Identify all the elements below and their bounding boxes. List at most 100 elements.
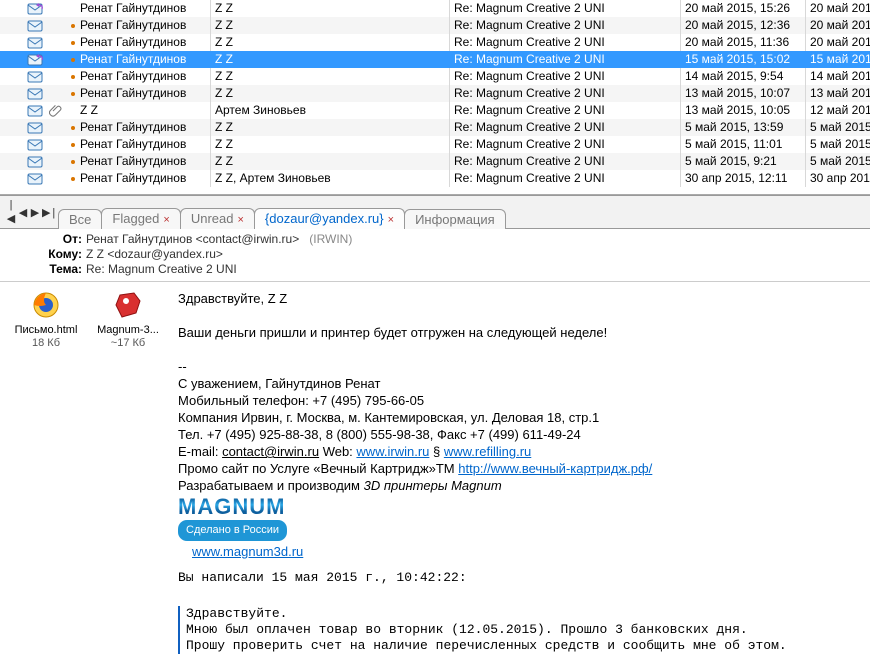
envelope-icon <box>24 120 46 136</box>
mail-subject: Re: Magnum Creative 2 UNI <box>449 68 680 85</box>
close-icon[interactable]: × <box>237 214 243 226</box>
mail-row[interactable]: Ренат ГайнутдиновZ ZRe: Magnum Creative … <box>0 51 870 68</box>
sig-line-4: Тел. +7 (495) 925-88-38, 8 (800) 555-98-… <box>178 426 860 443</box>
unread-dot <box>66 58 80 62</box>
mail-row[interactable]: Ренат ГайнутдиновZ Z, Артем ЗиновьевRe: … <box>0 170 870 187</box>
envelope-icon <box>24 35 46 51</box>
sig-line-1: С уважением, Гайнутдинов Ренат <box>178 375 860 392</box>
mail-row[interactable]: Ренат ГайнутдиновZ ZRe: Magnum Creative … <box>0 68 870 85</box>
mail-date-2: 20 май 2015, 12 <box>805 17 870 34</box>
envelope-icon <box>24 18 46 34</box>
tab-strip: |◀ ◀ ▶ ▶| ВсеFlagged×Unread×{dozaur@yand… <box>0 195 870 228</box>
nav-first[interactable]: |◀ <box>6 200 16 226</box>
unread-dot <box>66 92 80 96</box>
from-value: Ренат Гайнутдинов <contact@irwin.ru> (IR… <box>86 232 870 247</box>
quoted-text: Здравствуйте. Мною был оплачен товар во … <box>178 606 860 654</box>
envelope-icon <box>24 171 46 187</box>
tab[interactable]: {dozaur@yandex.ru}× <box>254 208 405 229</box>
mail-date-1: 5 май 2015, 11:01 <box>680 136 805 153</box>
magnum-badge: Сделано в России <box>178 520 287 541</box>
mail-from: Ренат Гайнутдинов <box>80 68 210 85</box>
envelope-icon <box>24 103 46 119</box>
mail-subject: Re: Magnum Creative 2 UNI <box>449 51 680 68</box>
envelope-icon <box>24 86 46 102</box>
reply-icon <box>24 52 46 68</box>
from-label: От: <box>10 232 86 247</box>
to-value: Z Z <dozaur@yandex.ru> <box>86 247 870 262</box>
attachment-icon <box>46 103 66 119</box>
mail-from: Ренат Гайнутдинов <box>80 51 210 68</box>
mail-from: Ренат Гайнутдинов <box>80 85 210 102</box>
mail-row[interactable]: Ренат ГайнутдиновZ ZRe: Magnum Creative … <box>0 119 870 136</box>
mail-subject: Re: Magnum Creative 2 UNI <box>449 85 680 102</box>
tab[interactable]: Unread× <box>180 208 255 229</box>
mail-from: Ренат Гайнутдинов <box>80 136 210 153</box>
tab[interactable]: Информация <box>404 209 506 229</box>
sig-web-link-1[interactable]: www.irwin.ru <box>356 444 429 459</box>
reply-icon <box>24 1 46 17</box>
sig-dashes: -- <box>178 358 860 375</box>
mail-row[interactable]: Ренат ГайнутдиновZ ZRe: Magnum Creative … <box>0 136 870 153</box>
mail-date-1: 15 май 2015, 15:02 <box>680 51 805 68</box>
mail-from: Ренат Гайнутдинов <box>80 0 210 17</box>
mail-date-2: 5 май 2015, 11: <box>805 136 870 153</box>
mail-correspondent: Z Z <box>210 153 449 170</box>
attachment-size: 18 Кб <box>8 337 84 350</box>
magnum-logo-block: MAGNUM Сделано в России <box>178 498 860 541</box>
attachment-name: Письмо.html <box>8 324 84 337</box>
mail-list[interactable]: Ренат ГайнутдиновZ ZRe: Magnum Creative … <box>0 0 870 195</box>
mail-date-2: 12 май 2015, 18 <box>805 102 870 119</box>
mail-row[interactable]: Ренат ГайнутдиновZ ZRe: Magnum Creative … <box>0 17 870 34</box>
attachment-item[interactable]: Письмо.html18 Кб <box>8 288 84 350</box>
mail-from: Ренат Гайнутдинов <box>80 170 210 187</box>
tab[interactable]: Flagged× <box>101 208 180 229</box>
close-icon[interactable]: × <box>163 214 169 226</box>
attachment-size: ~17 Кб <box>90 337 166 350</box>
mail-date-2: 5 май 2015, 9:2 <box>805 153 870 170</box>
mail-correspondent: Z Z <box>210 0 449 17</box>
file-icon <box>90 288 166 322</box>
mail-date-1: 20 май 2015, 12:36 <box>680 17 805 34</box>
nav-next[interactable]: ▶ <box>30 206 40 220</box>
mail-correspondent: Z Z <box>210 119 449 136</box>
mail-date-1: 14 май 2015, 9:54 <box>680 68 805 85</box>
mail-subject: Re: Magnum Creative 2 UNI <box>449 119 680 136</box>
mail-correspondent: Z Z <box>210 34 449 51</box>
attachment-item[interactable]: Magnum-3...~17 Кб <box>90 288 166 350</box>
mail-date-2: 30 апр 2015, 12 <box>805 170 870 187</box>
subject-label: Тема: <box>10 262 86 277</box>
mail-correspondent: Z Z <box>210 85 449 102</box>
magnum-site-link[interactable]: www.magnum3d.ru <box>192 544 303 559</box>
close-icon[interactable]: × <box>388 214 394 226</box>
nav-prev[interactable]: ◀ <box>18 206 28 220</box>
mail-from: Z Z <box>80 102 210 119</box>
envelope-icon <box>24 137 46 153</box>
wrote-line: Вы написали 15 мая 2015 г., 10:42:22: <box>178 570 860 586</box>
tab[interactable]: Все <box>58 209 102 229</box>
nav-last[interactable]: ▶| <box>42 206 52 220</box>
sig-web-link-2[interactable]: www.refilling.ru <box>444 444 531 459</box>
mail-date-2: 5 май 2015, 13: <box>805 119 870 136</box>
body-greeting: Здравствуйте, Z Z <box>178 290 860 307</box>
unread-dot <box>66 24 80 28</box>
mail-row[interactable]: Z ZАртем ЗиновьевRe: Magnum Creative 2 U… <box>0 102 870 119</box>
mail-date-2: 20 май 2015, 12 <box>805 34 870 51</box>
subject-value: Re: Magnum Creative 2 UNI <box>86 262 870 277</box>
mail-row[interactable]: Ренат ГайнутдиновZ ZRe: Magnum Creative … <box>0 85 870 102</box>
mail-date-1: 20 май 2015, 11:36 <box>680 34 805 51</box>
mail-subject: Re: Magnum Creative 2 UNI <box>449 136 680 153</box>
mail-from: Ренат Гайнутдинов <box>80 153 210 170</box>
mail-row[interactable]: Ренат ГайнутдиновZ ZRe: Magnum Creative … <box>0 34 870 51</box>
sig-line-7: Разрабатываем и производим 3D принтеры M… <box>178 477 860 494</box>
attachment-name: Magnum-3... <box>90 324 166 337</box>
attachments-panel: Письмо.html18 КбMagnum-3...~17 Кб <box>0 282 174 660</box>
mail-subject: Re: Magnum Creative 2 UNI <box>449 102 680 119</box>
mail-row[interactable]: Ренат ГайнутдиновZ ZRe: Magnum Creative … <box>0 153 870 170</box>
sig-line-5: E-mail: contact@irwin.ru Web: www.irwin.… <box>178 443 860 460</box>
sig-line-2: Мобильный телефон: +7 (495) 795-66-05 <box>178 392 860 409</box>
unread-dot <box>66 41 80 45</box>
mail-row[interactable]: Ренат ГайнутдиновZ ZRe: Magnum Creative … <box>0 0 870 17</box>
sig-promo-link[interactable]: http://www.вечный-картридж.рф/ <box>458 461 652 476</box>
sig-email-link[interactable]: contact@irwin.ru <box>222 444 319 459</box>
mail-from: Ренат Гайнутдинов <box>80 34 210 51</box>
